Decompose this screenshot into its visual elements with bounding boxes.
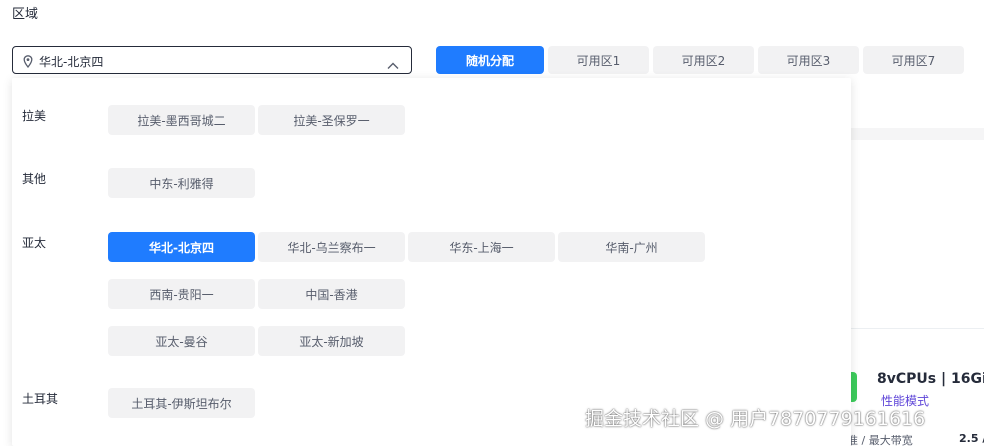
- region-option[interactable]: 西南-贵阳一: [108, 279, 255, 309]
- status-indicator: [851, 372, 857, 402]
- background-divider: [851, 128, 984, 140]
- group-title-latam: 拉美: [22, 109, 47, 123]
- group-title-apac: 亚太: [22, 236, 47, 250]
- bandwidth-value: 2.5 /: [959, 432, 984, 445]
- region-option[interactable]: 拉美-圣保罗一: [258, 105, 405, 135]
- region-option[interactable]: 华南-广州: [558, 232, 705, 262]
- region-option[interactable]: 华东-上海一: [408, 232, 555, 262]
- az-random-button[interactable]: 随机分配: [436, 46, 544, 74]
- group-title-turkey: 土耳其: [22, 392, 59, 406]
- flavor-title: 8vCPUs | 16Gi: [877, 371, 984, 387]
- region-option[interactable]: 土耳其-伊斯坦布尔: [108, 388, 255, 418]
- region-select-value: 华北-北京四: [39, 55, 104, 69]
- bandwidth-label: 准 / 最大带宽: [847, 434, 913, 446]
- location-pin-icon: [23, 53, 33, 72]
- region-option[interactable]: 中国-香港: [258, 279, 405, 309]
- region-select[interactable]: 华北-北京四: [12, 46, 412, 74]
- region-option[interactable]: 华北-乌兰察布一: [258, 232, 405, 262]
- availability-zone-group: 随机分配 可用区1 可用区2 可用区3 可用区7: [436, 46, 964, 74]
- region-option[interactable]: 拉美-墨西哥城二: [108, 105, 255, 135]
- page: 区域 华北-北京四 随机分配 可用区1 可用区2 可用区3 可用区7 8vCPU…: [0, 0, 984, 446]
- az-2-button[interactable]: 可用区2: [653, 46, 754, 74]
- region-option[interactable]: 亚太-新加坡: [258, 326, 405, 356]
- region-dropdown-panel: 拉美 拉美-墨西哥城二 拉美-圣保罗一 其他 中东-利雅得 亚太 华北-北京四 …: [12, 78, 851, 446]
- region-label: 区域: [12, 7, 39, 22]
- region-option[interactable]: 亚太-曼谷: [108, 326, 255, 356]
- az-1-button[interactable]: 可用区1: [548, 46, 649, 74]
- az-3-button[interactable]: 可用区3: [758, 46, 859, 74]
- watermark: 掘金技术社区 @ 用户7870779161616: [585, 408, 926, 430]
- chevron-up-icon[interactable]: [387, 55, 399, 74]
- group-title-other: 其他: [22, 172, 47, 186]
- region-option-selected[interactable]: 华北-北京四: [108, 232, 255, 262]
- background-line: [851, 328, 984, 329]
- az-7-button[interactable]: 可用区7: [863, 46, 964, 74]
- region-option[interactable]: 中东-利雅得: [108, 168, 255, 198]
